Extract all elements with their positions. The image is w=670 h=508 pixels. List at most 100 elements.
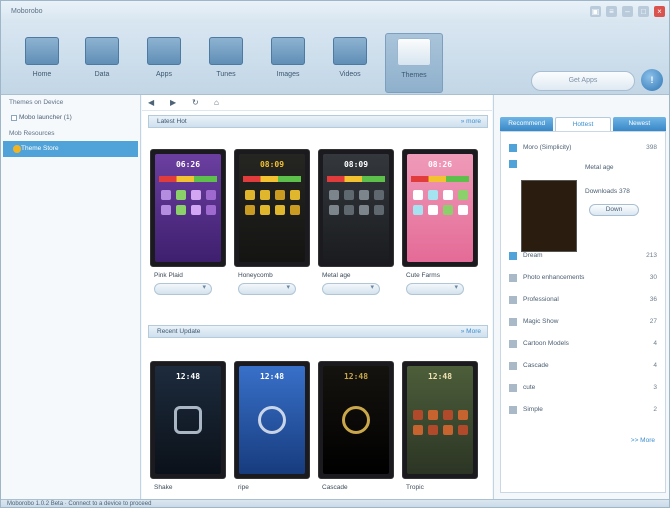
section-recent-update: Recent Update » More — [148, 325, 488, 338]
theme-screen: 06:26 — [155, 154, 221, 262]
theme-name: Tropic — [406, 484, 424, 491]
theme-name: Cascade — [322, 484, 348, 491]
section-recent-update-title: Recent Update — [157, 328, 201, 335]
list-item[interactable]: cute 3 — [509, 382, 657, 394]
theme-thumbnail[interactable]: 08:09 — [318, 149, 394, 267]
download-button[interactable] — [406, 283, 464, 295]
section-latest-hot-title: Latest Hot — [157, 118, 187, 125]
ranking-more-link[interactable]: >> More — [631, 437, 655, 444]
close-button[interactable]: × — [654, 6, 665, 17]
download-button[interactable] — [154, 283, 212, 295]
theme-screen: 12:48 — [323, 366, 389, 474]
list-marker-icon — [509, 144, 517, 152]
maximize-button[interactable]: □ — [638, 6, 649, 17]
theme-preview-image[interactable] — [521, 180, 577, 252]
list-marker-icon — [509, 340, 517, 348]
get-apps-button[interactable]: Get Apps — [531, 71, 635, 91]
theme-thumbnail[interactable]: 12:48 — [234, 361, 310, 479]
list-marker-icon — [509, 406, 517, 414]
theme-card[interactable]: 12:48 Shake — [150, 361, 226, 491]
window-controls: ▣ ≡ – □ × — [590, 6, 665, 17]
theme-card[interactable]: 08:09 Metal age — [318, 149, 394, 295]
theme-card[interactable]: 06:26 Pink Plaid — [150, 149, 226, 295]
nav-home-button[interactable]: Home — [13, 33, 71, 93]
nav-videos-button[interactable]: Videos — [321, 33, 379, 93]
theme-name: ripe — [238, 484, 249, 491]
nav-apps-button[interactable]: Apps — [135, 33, 193, 93]
download-button[interactable] — [322, 283, 380, 295]
list-item-label: Moro (Simplicity) — [523, 144, 572, 151]
list-item-label: Professional — [523, 296, 559, 303]
list-item[interactable]: Professional 36 — [509, 294, 657, 306]
list-marker-icon — [509, 362, 517, 370]
tab-newest[interactable]: Newest — [612, 117, 666, 131]
nav-tunes-button[interactable]: Tunes — [197, 33, 255, 93]
theme-gallery: ◀ ▶ ↻ ⌂ ⌕ Latest Hot » more 06:26 Pink P… — [142, 95, 556, 499]
list-item[interactable]: Simple 2 — [509, 404, 657, 416]
list-marker-icon — [509, 252, 517, 260]
list-item-count: 213 — [646, 252, 657, 259]
theme-thumbnail[interactable]: 12:48 — [402, 361, 478, 479]
download-button[interactable] — [238, 283, 296, 295]
theme-card[interactable]: 12:48 ripe — [234, 361, 310, 491]
nav-videos-label: Videos — [339, 71, 361, 78]
theme-screen: 08:09 — [239, 154, 305, 262]
nav-images-button[interactable]: Images — [259, 33, 317, 93]
list-item-count: 398 — [646, 144, 657, 151]
sidebar-item-theme-store[interactable]: Theme Store — [3, 141, 138, 157]
theme-thumbnail[interactable]: 08:26 — [402, 149, 478, 267]
list-item[interactable]: Cartoon Models 4 — [509, 338, 657, 350]
refresh-icon[interactable]: ↻ — [192, 98, 199, 107]
theme-thumbnail[interactable]: 12:48 — [318, 361, 394, 479]
detail-download-button[interactable]: Down — [589, 204, 639, 216]
nav-tunes-label: Tunes — [216, 71, 236, 78]
list-item[interactable]: Magic Show 27 — [509, 316, 657, 328]
list-item-count: 36 — [649, 296, 657, 303]
theme-card[interactable]: 08:26 Cute Farms — [402, 149, 478, 295]
minimize-button[interactable]: – — [622, 6, 633, 17]
list-item[interactable]: Photo enhancements 30 — [509, 272, 657, 284]
sidebar-heading-resources: Mob Resources — [9, 130, 55, 137]
theme-card[interactable]: 08:09 Honeycomb — [234, 149, 310, 295]
theme-name: Metal age — [322, 272, 351, 279]
section-latest-hot-more-link[interactable]: » more — [461, 116, 481, 127]
theme-thumbnail[interactable]: 12:48 — [150, 361, 226, 479]
back-icon[interactable]: ◀ — [148, 98, 154, 107]
theme-name: Cute Farms — [406, 272, 440, 279]
list-item[interactable]: Dream 213 — [509, 250, 657, 262]
list-item-count: 2 — [653, 406, 657, 413]
list-marker-icon — [509, 160, 517, 168]
home-small-icon[interactable]: ⌂ — [214, 98, 219, 107]
sidebar-item-theme-store-label: Theme Store — [21, 145, 59, 152]
list-item[interactable]: Moro (Simplicity) 398 — [509, 142, 657, 154]
list-item[interactable]: Cascade 4 — [509, 360, 657, 372]
ranking-list: Moro (Simplicity) 398 Metal age Download… — [500, 131, 666, 493]
theme-card[interactable]: 12:48 Cascade — [318, 361, 394, 491]
store-icon — [13, 145, 21, 153]
app-window: Moborobo ▣ ≡ – □ × Home Data Apps Tunes … — [0, 0, 670, 508]
nav-themes-button[interactable]: Themes — [385, 33, 443, 93]
theme-thumbnail[interactable]: 06:26 — [150, 149, 226, 267]
list-marker-icon — [509, 274, 517, 282]
home-icon — [25, 37, 59, 65]
launcher-icon — [11, 115, 17, 121]
help-icon[interactable]: ! — [641, 69, 663, 91]
sidebar-item-launcher[interactable]: Mobo launcher (1) — [1, 110, 140, 126]
nav-data-button[interactable]: Data — [73, 33, 131, 93]
videos-icon — [333, 37, 367, 65]
skin-icon[interactable]: ▣ — [590, 6, 601, 17]
right-panel: Recommend Hottest Newest Moro (Simplicit… — [493, 95, 669, 499]
list-item-count: 3 — [653, 384, 657, 391]
forward-icon[interactable]: ▶ — [170, 98, 176, 107]
themes-icon — [397, 38, 431, 66]
theme-screen: 12:48 — [407, 366, 473, 474]
tab-recommend[interactable]: Recommend — [500, 117, 554, 131]
tab-hottest[interactable]: Hottest — [555, 117, 611, 131]
list-item-label: Simple — [523, 406, 543, 413]
section-recent-update-more-link[interactable]: » More — [461, 326, 481, 337]
nav-themes-label: Themes — [401, 72, 427, 79]
menu-icon[interactable]: ≡ — [606, 6, 617, 17]
theme-thumbnail[interactable]: 08:09 — [234, 149, 310, 267]
theme-card[interactable]: 12:48 Tropic — [402, 361, 478, 491]
list-item-count: 30 — [649, 274, 657, 281]
